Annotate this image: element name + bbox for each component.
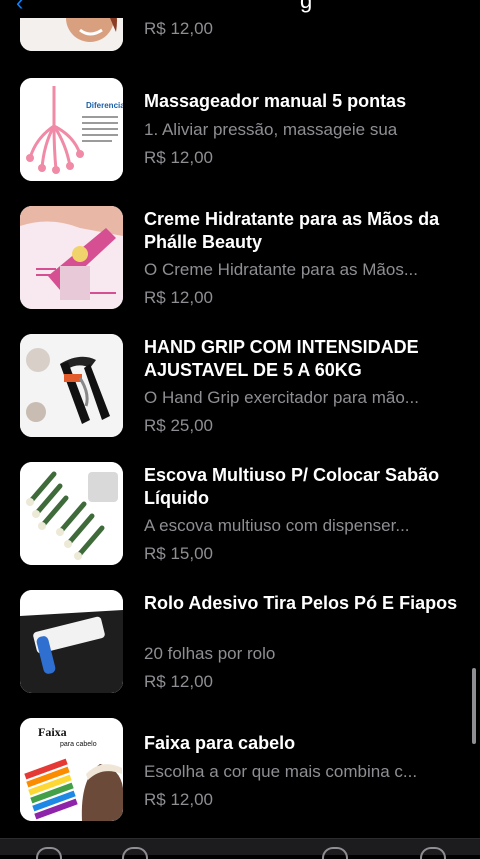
tab-profile-icon[interactable]: [420, 847, 446, 859]
pink-massager-image: Diferencial: [20, 78, 123, 181]
image-subcaption: para cabelo: [60, 741, 97, 748]
product-price: R$ 12,00: [144, 148, 213, 167]
product-name: Massageador manual 5 pontas: [144, 91, 407, 111]
product-price: R$ 12,00: [144, 288, 213, 307]
headband-image: Faixa para cabelo: [20, 718, 123, 821]
tab-cart-icon[interactable]: [322, 847, 348, 859]
image-caption: Faixa: [38, 725, 67, 739]
product-description: 20 folhas por rolo: [144, 644, 276, 663]
back-chevron-icon[interactable]: ‹: [16, 0, 23, 16]
product-thumbnail: Diferencial: [20, 78, 123, 181]
tab-bar: [0, 838, 480, 859]
product-description: A escova multiuso com dispenser...: [144, 516, 410, 535]
product-price: R$ 25,00: [144, 416, 213, 435]
product-description: Escolha a cor que mais combina c...: [144, 762, 418, 781]
product-description: O Creme Hidratante para as Mãos...: [144, 260, 419, 279]
product-price: R$ 12,00: [144, 790, 213, 809]
product-name: Rolo Adesivo Tira Pelos Pó E Fiapos: [144, 593, 458, 613]
hand-cream-image: [20, 206, 123, 309]
image-caption: Diferencial: [86, 101, 123, 110]
scrollbar[interactable]: [472, 668, 476, 744]
nav-title: g: [300, 0, 313, 13]
product-thumbnail: [20, 334, 123, 437]
product-name: HAND GRIP COM INTENSIDADE AJUSTAVEL DE 5…: [144, 337, 419, 380]
product-thumbnail: [20, 590, 123, 693]
product-name: Creme Hidratante para as Mãos da Phálle …: [144, 209, 440, 252]
product-name: Faixa para cabelo: [144, 733, 296, 753]
product-name: Escova Multiuso P/ Colocar Sabão Líquido: [144, 465, 440, 508]
product-thumbnail: Faixa para cabelo: [20, 718, 123, 821]
tab-home-icon[interactable]: [36, 847, 62, 859]
lint-roller-image: [20, 590, 123, 693]
product-price: R$ 15,00: [144, 544, 213, 563]
hand-grip-image: [20, 334, 123, 437]
navigation-bar: ‹ g: [0, 0, 480, 18]
product-price: R$ 12,00: [144, 672, 213, 691]
product-description: O Hand Grip exercitador para mão...: [144, 388, 419, 407]
brushes-image: [20, 462, 123, 565]
product-thumbnail: [20, 462, 123, 565]
product-price: R$ 12,00: [144, 19, 213, 38]
product-description: 1. Aliviar pressão, massageie sua: [144, 120, 398, 139]
tab-categories-icon[interactable]: [122, 847, 148, 859]
product-thumbnail: [20, 206, 123, 309]
